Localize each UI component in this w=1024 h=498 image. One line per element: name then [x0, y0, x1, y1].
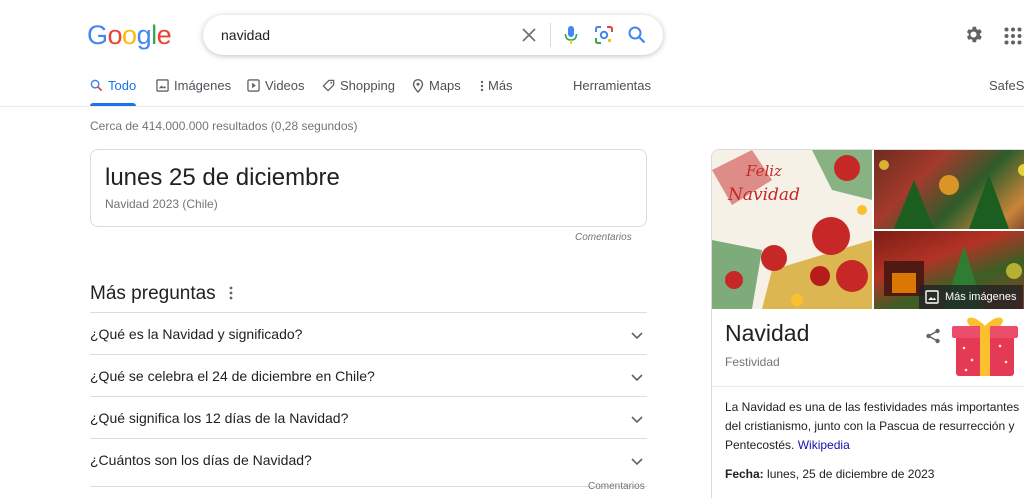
more-images-button[interactable]: Más imágenes	[919, 285, 1023, 309]
logo-letter-e: e	[156, 20, 172, 50]
tab-label: Imágenes	[174, 78, 232, 93]
chevron-down-icon	[631, 411, 643, 429]
google-logo[interactable]: Google	[87, 20, 172, 51]
search-divider	[550, 23, 551, 47]
lens-icon[interactable]	[594, 25, 614, 45]
search-box[interactable]: navidad	[203, 15, 663, 55]
knowledge-panel-subtitle: Festividad	[725, 355, 780, 369]
description-text: La Navidad es una de las festividades má…	[725, 400, 1020, 452]
results-stats: Cerca de 414.000.000 resultados (0,28 se…	[90, 119, 358, 133]
tab-herramientas[interactable]: Herramientas	[573, 78, 651, 93]
search-icon	[90, 79, 103, 92]
settings-gear-icon[interactable]	[963, 24, 984, 50]
logo-letter-g1: G	[87, 20, 108, 50]
question-item[interactable]: ¿Qué significa los 12 días de la Navidad…	[90, 396, 647, 438]
date-answer-subtitle: Navidad 2023 (Chile)	[105, 197, 218, 211]
tag-icon	[322, 79, 335, 92]
gift-icon	[950, 310, 1020, 385]
knowledge-panel-description: La Navidad es una de las festividades má…	[725, 398, 1024, 455]
tab-shopping[interactable]: Shopping	[322, 78, 395, 93]
more-vert-icon	[480, 80, 484, 91]
more-options-icon[interactable]	[229, 286, 233, 305]
date-label: Fecha:	[725, 467, 764, 481]
feliz-text: Feliz	[745, 162, 782, 180]
tab-todo[interactable]: Todo	[90, 78, 137, 106]
date-answer-card: lunes 25 de diciembre Navidad 2023 (Chil…	[90, 149, 647, 227]
chevron-down-icon	[631, 453, 643, 471]
people-also-ask-list: ¿Qué es la Navidad y significado? ¿Qué s…	[90, 312, 647, 480]
question-item[interactable]: ¿Qué es la Navidad y significado?	[90, 312, 647, 354]
share-icon[interactable]	[925, 328, 941, 349]
wikipedia-link[interactable]: Wikipedia	[798, 438, 850, 452]
search-submit-icon[interactable]	[627, 25, 647, 45]
feedback-link[interactable]: Comentarios	[575, 232, 632, 243]
logo-letter-o2: o	[122, 20, 137, 50]
question-text: ¿Qué es la Navidad y significado?	[90, 326, 303, 342]
knowledge-panel-divider	[712, 386, 1024, 387]
header-divider	[0, 106, 1024, 107]
question-item[interactable]: ¿Cuántos son los días de Navidad?	[90, 438, 647, 480]
tab-label: Más	[488, 78, 513, 93]
feliz-navidad-image[interactable]: Feliz Navidad	[712, 150, 872, 309]
feedback-link[interactable]: Comentarios	[588, 481, 645, 492]
tab-label: Shopping	[340, 78, 395, 93]
question-item[interactable]: ¿Qué se celebra el 24 de diciembre en Ch…	[90, 354, 647, 396]
more-images-label: Más imágenes	[945, 291, 1017, 303]
knowledge-panel-title: Navidad	[725, 320, 810, 346]
tab-imagenes[interactable]: Imágenes	[156, 78, 231, 93]
knowledge-panel: Feliz Navidad Más imágenes Navidad Festi…	[711, 149, 1024, 498]
question-text: ¿Cuántos son los días de Navidad?	[90, 452, 312, 468]
chevron-down-icon	[631, 327, 643, 345]
tab-safesearch[interactable]: SafeSe	[989, 78, 1024, 93]
tab-videos[interactable]: Videos	[247, 78, 305, 93]
tab-label: SafeSe	[989, 78, 1024, 93]
question-text: ¿Qué se celebra el 24 de diciembre en Ch…	[90, 368, 375, 384]
tab-mas[interactable]: Más	[480, 78, 513, 93]
question-text: ¿Qué significa los 12 días de la Navidad…	[90, 410, 349, 426]
search-input[interactable]: navidad	[221, 27, 270, 43]
tab-label: Todo	[108, 78, 137, 93]
people-also-ask-title: Más preguntas	[90, 283, 216, 304]
date-value: lunes, 25 de diciembre de 2023	[767, 467, 935, 481]
navidad-text: Navidad	[727, 185, 800, 205]
image-icon	[925, 290, 939, 304]
tab-label: Videos	[265, 78, 305, 93]
microphone-icon[interactable]	[561, 25, 581, 45]
date-answer-title: lunes 25 de diciembre	[105, 164, 340, 191]
christmas-room-image[interactable]	[874, 150, 1024, 229]
tab-label: Maps	[429, 78, 461, 93]
logo-letter-g2: g	[136, 20, 152, 50]
logo-letter-o1: o	[107, 20, 123, 50]
map-pin-icon	[412, 78, 424, 93]
knowledge-panel-date: Fecha: lunes, 25 de diciembre de 2023	[725, 467, 934, 481]
image-icon	[156, 79, 169, 92]
play-icon	[247, 79, 260, 92]
questions-divider	[90, 486, 647, 487]
clear-icon[interactable]	[519, 25, 539, 45]
apps-grid-icon[interactable]	[1004, 27, 1022, 50]
tab-label: Herramientas	[573, 78, 652, 93]
tab-maps[interactable]: Maps	[412, 78, 461, 93]
chevron-down-icon	[631, 369, 643, 387]
